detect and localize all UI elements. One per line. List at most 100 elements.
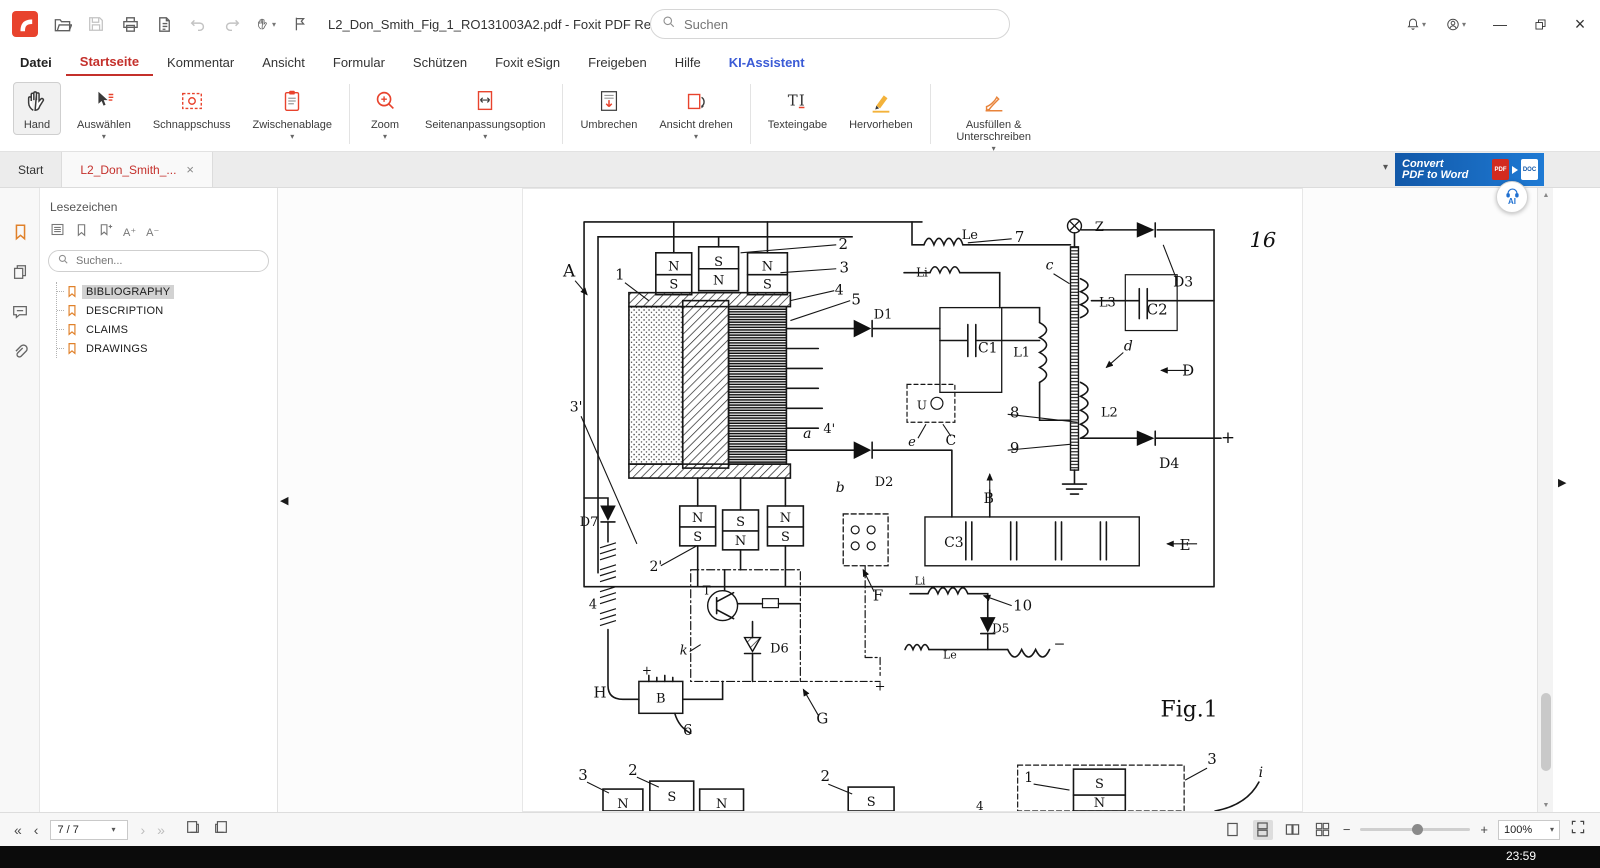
zoom-out-icon[interactable]: − [1343,822,1351,837]
font-decrease-icon[interactable]: A⁻ [146,226,159,239]
tool-hand[interactable]: Hand [13,82,61,135]
bookmark-item-claims[interactable]: CLAIMS [57,320,277,339]
save-button[interactable] [86,14,106,34]
bookmark-search[interactable] [48,250,269,272]
menu-ansicht[interactable]: Ansicht [248,48,319,76]
account-avatar-icon[interactable]: ▾ [1446,14,1466,34]
page-number-box[interactable]: ▾ [50,820,128,840]
tool-ausfuellen-unterschreiben[interactable]: Ausfüllen & Unterschreiben ▾ [942,82,1046,157]
chevron-down-icon[interactable]: ▾ [383,133,387,141]
chevron-down-icon[interactable]: ▾ [290,133,294,141]
menu-ki-assistent[interactable]: KI-Assistent [715,48,819,76]
tool-seitenanpassung[interactable]: Seitenanpassungsoption ▾ [419,82,551,145]
zoom-slider-thumb[interactable] [1412,824,1423,835]
bookmark-search-input[interactable] [74,254,244,268]
next-view-icon[interactable] [213,819,229,840]
close-button[interactable]: × [1560,0,1600,48]
grid-view-icon[interactable] [1313,820,1333,840]
scrollbar-thumb[interactable] [1541,693,1551,771]
menu-freigeben[interactable]: Freigeben [574,48,661,76]
chevron-down-icon[interactable]: ▾ [272,20,276,29]
menu-startseite[interactable]: Startseite [66,48,153,76]
figure-label: D4 [1159,456,1179,472]
hand-tool-quick-button[interactable]: ▾ [256,14,276,34]
bookmark-add-icon[interactable] [98,223,113,242]
first-page-icon[interactable]: « [14,823,22,837]
global-search[interactable] [650,9,1010,39]
restore-button[interactable] [1520,0,1560,48]
search-input[interactable] [682,16,982,33]
chevron-down-icon[interactable]: ▾ [1422,20,1426,29]
scroll-up-icon[interactable]: ▲ [1538,188,1554,202]
tool-umbrechen[interactable]: Umbrechen [574,82,643,135]
menu-foxit-esign[interactable]: Foxit eSign [481,48,574,76]
taskbar: 23:59 [0,846,1600,868]
menu-hilfe[interactable]: Hilfe [661,48,715,76]
pages-panel-icon[interactable] [0,252,40,292]
attachments-panel-icon[interactable] [0,332,40,372]
bookmark-item-description[interactable]: DESCRIPTION [57,301,277,320]
bookmarks-panel-icon[interactable] [0,212,40,252]
open-file-button[interactable] [52,14,72,34]
tree-connector [57,348,64,349]
minimize-button[interactable]: — [1480,0,1520,48]
redo-button[interactable] [222,14,242,34]
tool-zwischenablage[interactable]: Zwischenablage ▾ [247,82,339,145]
chevron-down-icon[interactable]: ▾ [111,825,115,834]
page-number-input[interactable] [55,823,111,837]
figure-label: N [762,260,773,275]
chevron-down-icon[interactable]: ▾ [694,133,698,141]
chevron-down-icon[interactable]: ▾ [1462,20,1466,29]
tool-ansicht-drehen[interactable]: Ansicht drehen ▾ [653,82,738,145]
single-page-view-icon[interactable] [1223,820,1243,840]
undo-button[interactable] [188,14,208,34]
tab-start[interactable]: Start [0,152,62,187]
tab-document[interactable]: L2_Don_Smith_... × [62,152,213,187]
ai-assistant-badge[interactable]: AI [1496,181,1528,213]
menu-kommentar[interactable]: Kommentar [153,48,248,76]
tool-texteingabe[interactable]: TI Texteingabe [762,82,833,135]
figure-label: S [763,278,772,293]
menu-schuetzen[interactable]: Schützen [399,48,481,76]
panel-menu-icon[interactable] [50,222,65,242]
vertical-scrollbar[interactable]: ▲ ▼ [1537,188,1553,812]
font-increase-icon[interactable]: A⁺ [123,226,136,239]
tab-close-icon[interactable]: × [186,162,194,177]
next-page-icon[interactable]: › [140,823,145,837]
previous-view-icon[interactable] [185,819,201,840]
figure-label: G [816,709,828,727]
menu-datei[interactable]: Datei [6,48,66,76]
chevron-down-icon[interactable]: ▾ [102,133,106,141]
last-page-icon[interactable]: » [157,823,165,837]
print-preview-button[interactable] [154,14,174,34]
document-area[interactable]: 16A12345Le7LiZcD3L3C2dDC1L18L29D4+UeCa4'… [278,188,1537,812]
continuous-view-icon[interactable] [1253,820,1273,840]
figure-label: D7 [580,515,599,530]
scroll-down-icon[interactable]: ▼ [1538,798,1554,812]
pdf-page[interactable]: 16A12345Le7LiZcD3L3C2dDC1L18L29D4+UeCa4'… [522,188,1303,812]
tool-zoom[interactable]: Zoom ▾ [361,82,409,145]
tool-hervorheben[interactable]: Hervorheben [843,82,919,135]
previous-page-icon[interactable]: ‹ [34,823,39,837]
fullscreen-icon[interactable] [1570,819,1586,840]
menu-formular[interactable]: Formular [319,48,399,76]
tool-schnappschuss[interactable]: Schnappschuss [147,82,237,135]
chevron-down-icon[interactable]: ▾ [1550,825,1554,834]
collapse-panel-handle[interactable]: ◀ [280,494,288,507]
expand-right-panel-handle[interactable]: ▶ [1558,476,1566,489]
flag-icon[interactable] [290,14,310,34]
comments-panel-icon[interactable] [0,292,40,332]
bookmark-icon[interactable] [75,223,88,242]
tab-overflow-caret-icon[interactable]: ▾ [1383,162,1388,173]
zoom-slider[interactable] [1360,828,1470,831]
convert-pdf-banner[interactable]: Convert PDF to Word PDF DOC [1395,153,1544,186]
zoom-in-icon[interactable]: + [1480,822,1488,837]
zoom-level-select[interactable]: 100% ▾ [1498,820,1560,840]
tool-auswaehlen[interactable]: Auswählen ▾ [71,82,137,145]
bookmark-item-drawings[interactable]: DRAWINGS [57,339,277,358]
print-button[interactable] [120,14,140,34]
chevron-down-icon[interactable]: ▾ [483,133,487,141]
facing-view-icon[interactable] [1283,820,1303,840]
bookmark-item-bibliography[interactable]: BIBLIOGRAPHY [57,282,277,301]
notifications-bell-icon[interactable]: ▾ [1406,14,1426,34]
